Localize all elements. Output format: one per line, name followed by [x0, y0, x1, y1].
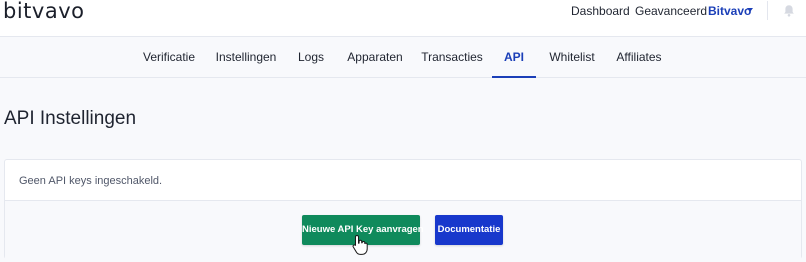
tab-whitelist[interactable]: Whitelist [543, 37, 601, 78]
header-divider [767, 1, 768, 20]
tab-transacties[interactable]: Transacties [417, 37, 487, 78]
api-keys-card: Geen API keys ingeschakeld. Nieuwe API K… [4, 159, 802, 259]
tab-logs[interactable]: Logs [290, 37, 332, 78]
card-header: Geen API keys ingeschakeld. [5, 160, 801, 201]
documentation-button[interactable]: Documentatie [435, 215, 503, 245]
tab-instellingen[interactable]: Instellingen [211, 37, 281, 78]
account-menu[interactable]: Bitvavo [708, 4, 751, 18]
nav-advanced-link[interactable]: Geavanceerd [635, 4, 707, 18]
bitvavo-logo[interactable]: bitvavo [3, 0, 84, 23]
hand-cursor-icon [352, 234, 368, 255]
bell-icon[interactable] [782, 4, 796, 18]
nav-dashboard-link[interactable]: Dashboard [571, 4, 630, 18]
empty-state-message: Geen API keys ingeschakeld. [19, 175, 163, 187]
tab-affiliates[interactable]: Affiliates [609, 37, 669, 78]
settings-tabs: Verificatie Instellingen Logs Apparaten … [0, 36, 806, 78]
tab-verificatie[interactable]: Verificatie [135, 37, 203, 78]
chevron-down-icon[interactable] [747, 8, 753, 12]
top-header: bitvavo Dashboard Geavanceerd Bitvavo [0, 0, 806, 36]
tab-api[interactable]: API [492, 37, 536, 78]
page-title: API Instellingen [4, 108, 137, 129]
tab-apparaten[interactable]: Apparaten [340, 37, 410, 78]
